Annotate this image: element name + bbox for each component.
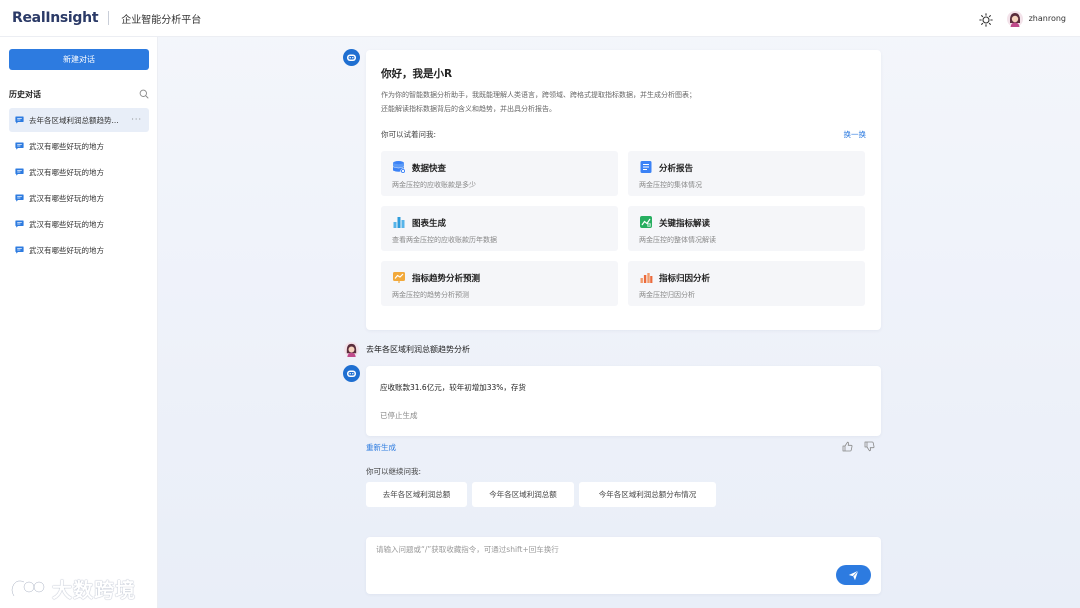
chat-bubble-icon <box>15 142 24 150</box>
answer-text: 应收账款31.6亿元，较年初增加33%，存货 <box>380 383 526 392</box>
history-item[interactable]: 武汉有哪些好玩的地方 <box>9 186 149 210</box>
header-user-area: zhanrong <box>978 0 1066 37</box>
history-item-label: 武汉有哪些好玩的地方 <box>29 167 104 177</box>
chat-bubble-icon <box>15 116 24 124</box>
bar-chart-icon <box>393 217 405 228</box>
app-title: 企业智能分析平台 <box>121 14 202 26</box>
trend-forecast-tile[interactable]: 指标趋势分析预测 两金压控的趋势分析预测 <box>381 261 618 306</box>
attribution-icon <box>640 273 653 283</box>
history-item-label: 武汉有哪些好玩的地方 <box>29 193 104 203</box>
tile-subtitle: 两金压控归因分析 <box>639 291 695 299</box>
intro-line: 还能解读指标数据背后的含义和趋势，并出具分析报告。 <box>381 105 556 113</box>
new-chat-button[interactable]: 新建对话 <box>9 49 149 70</box>
history-item[interactable]: 武汉有哪些好玩的地方 <box>9 238 149 262</box>
tile-title: 指标趋势分析预测 <box>412 274 481 284</box>
history-title: 历史对话 <box>9 89 41 99</box>
tile-title: 图表生成 <box>412 219 447 229</box>
theme-toggle-icon[interactable] <box>978 12 993 27</box>
tile-title: 关键指标解读 <box>659 219 711 229</box>
more-options-icon[interactable]: ··· <box>131 115 142 124</box>
watermark-text: 大数跨境 <box>52 578 136 602</box>
attribution-analysis-tile[interactable]: 指标归因分析 两金压控归因分析 <box>628 261 865 306</box>
intro-line: 作为你的智能数据分析助手，我既能理解人类语言，跨领域、跨格式提取指标数据，并生成… <box>381 91 696 99</box>
assistant-avatar-icon <box>343 365 360 382</box>
tile-subtitle: 查看两金压控的应收账款历年数据 <box>392 236 497 244</box>
suggestion-chip[interactable]: 今年各区域利润总额分布情况 <box>579 482 716 507</box>
refresh-suggestions-link[interactable]: 换一换 <box>844 129 867 140</box>
thumbs-up-icon[interactable] <box>842 441 853 452</box>
suggestion-chip[interactable]: 今年各区域利润总额 <box>472 482 574 507</box>
app-logo[interactable]: RealInsight <box>12 10 99 26</box>
history-item-label: 武汉有哪些好玩的地方 <box>29 141 104 151</box>
history-item-label: 武汉有哪些好玩的地方 <box>29 245 104 255</box>
watermark: 大数跨境 <box>8 574 136 603</box>
chart-generation-tile[interactable]: 图表生成 查看两金压控的应收账款历年数据 <box>381 206 618 251</box>
history-item[interactable]: 武汉有哪些好玩的地方 <box>9 212 149 236</box>
chat-bubble-icon <box>15 246 24 254</box>
database-icon <box>393 161 406 174</box>
tile-subtitle: 两金压控的集体情况 <box>639 181 702 189</box>
try-asking-label: 你可以试着问我: <box>381 130 437 139</box>
history-item[interactable]: 武汉有哪些好玩的地方 <box>9 134 149 158</box>
chat-bubble-icon <box>15 168 24 176</box>
history-list: 去年各区域利润总额趋势... ··· 武汉有哪些好玩的地方 武汉有哪些好玩的地方… <box>9 108 149 264</box>
send-icon <box>848 570 859 580</box>
generation-status: 已停止生成 <box>380 411 418 420</box>
analysis-icon <box>640 216 652 228</box>
send-button[interactable] <box>836 565 871 585</box>
greeting-title: 你好，我是小R <box>381 68 453 80</box>
user-question: 去年各区域利润总额趋势分析 <box>366 345 470 354</box>
answer-card: 应收账款31.6亿元，较年初增加33%，存货 已停止生成 <box>366 366 881 436</box>
chat-input-box <box>366 537 881 594</box>
chat-bubble-icon <box>15 220 24 228</box>
chat-bubble-icon <box>15 194 24 202</box>
regenerate-button[interactable]: 重新生成 <box>366 442 396 453</box>
welcome-card: 你好，我是小R 作为你的智能数据分析助手，我既能理解人类语言，跨领域、跨格式提取… <box>366 50 881 330</box>
continue-asking-label: 你可以继续问我: <box>366 467 422 476</box>
user-message-avatar <box>344 342 359 357</box>
history-item[interactable]: 武汉有哪些好玩的地方 <box>9 160 149 184</box>
tile-title: 数据快查 <box>412 164 447 174</box>
watermark-logo-icon <box>10 579 46 597</box>
history-item-label: 去年各区域利润总额趋势... <box>29 115 119 125</box>
intro-text: 作为你的智能数据分析助手，我既能理解人类语言，跨领域、跨格式提取指标数据，并生成… <box>381 88 861 116</box>
user-avatar[interactable] <box>1006 10 1023 27</box>
report-icon <box>640 161 652 173</box>
assistant-avatar-icon <box>343 49 360 66</box>
key-indicator-tile[interactable]: 关键指标解读 两金压控的整体情况解读 <box>628 206 865 251</box>
tile-title: 指标归因分析 <box>659 274 711 284</box>
top-header: RealInsight 企业智能分析平台 zhanrong <box>0 0 1080 37</box>
chat-input[interactable] <box>376 544 836 564</box>
quick-query-tile[interactable]: 数据快查 两金压控的应收账款是多少 <box>381 151 618 196</box>
tile-title: 分析报告 <box>659 164 694 174</box>
header-divider <box>108 11 110 25</box>
tile-subtitle: 两金压控的应收账款是多少 <box>392 181 476 189</box>
trend-icon <box>393 272 405 283</box>
history-item-label: 武汉有哪些好玩的地方 <box>29 219 104 229</box>
sidebar: 新建对话 历史对话 去年各区域利润总额趋势... ··· 武汉有哪些好玩的地方 … <box>0 37 158 608</box>
tile-subtitle: 两金压控的整体情况解读 <box>639 236 716 244</box>
analysis-report-tile[interactable]: 分析报告 两金压控的集体情况 <box>628 151 865 196</box>
search-icon[interactable] <box>139 89 149 99</box>
tile-subtitle: 两金压控的趋势分析预测 <box>392 291 469 299</box>
thumbs-down-icon[interactable] <box>864 441 875 452</box>
history-header: 历史对话 <box>9 87 149 101</box>
history-item[interactable]: 去年各区域利润总额趋势... ··· <box>9 108 149 132</box>
suggestion-chip[interactable]: 去年各区域利润总额 <box>366 482 467 507</box>
username[interactable]: zhanrong <box>1029 14 1066 23</box>
